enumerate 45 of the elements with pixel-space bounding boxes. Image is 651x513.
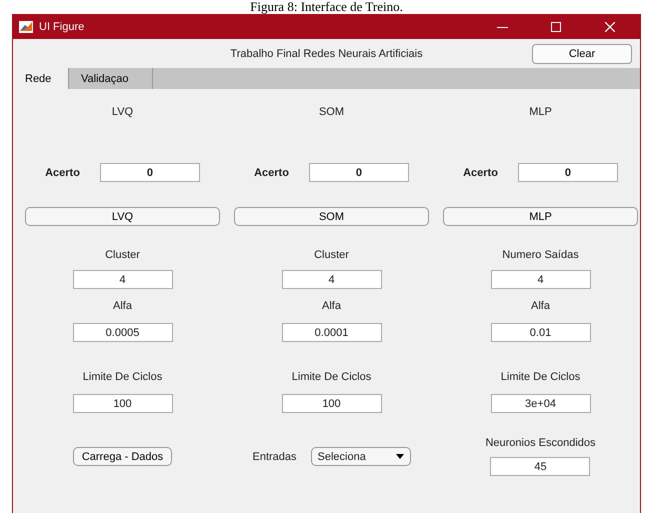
input-field[interactable]: 4 bbox=[72, 270, 172, 289]
minimize-icon bbox=[496, 26, 508, 28]
accuracy-field[interactable]: 0 bbox=[100, 163, 200, 182]
input-field[interactable]: 4 bbox=[282, 270, 382, 289]
train-button[interactable]: SOM bbox=[234, 207, 429, 226]
app-logo-icon bbox=[19, 21, 33, 33]
caret-icon bbox=[396, 454, 404, 459]
field-label: Alfa bbox=[113, 299, 132, 313]
train-button[interactable]: LVQ bbox=[25, 207, 220, 226]
column-title: LVQ bbox=[112, 105, 134, 119]
dropdown-label: Entradas bbox=[252, 450, 297, 462]
tab[interactable]: Rede bbox=[13, 68, 69, 89]
field-label: Alfa bbox=[322, 299, 341, 313]
train-button[interactable]: MLP bbox=[443, 207, 638, 226]
figure-caption: Figura 8: Interface de Treino. bbox=[249, 0, 404, 14]
accuracy-field[interactable]: 0 bbox=[308, 163, 409, 182]
input-field[interactable]: 100 bbox=[72, 394, 172, 413]
close-icon bbox=[605, 22, 615, 32]
field-label: Limite De Ciclos bbox=[292, 370, 372, 384]
input-field[interactable]: 0.01 bbox=[490, 323, 590, 342]
field-label: Alfa bbox=[531, 299, 550, 313]
field-label: Numero Saídas bbox=[502, 248, 579, 262]
input-field[interactable]: 0.0001 bbox=[282, 323, 382, 342]
field-label: Cluster bbox=[314, 248, 349, 262]
column-title: SOM bbox=[318, 105, 344, 119]
input-field[interactable]: 4 bbox=[490, 270, 590, 289]
dropdown[interactable]: Seleciona bbox=[310, 447, 411, 466]
accuracy-label: Acerto bbox=[463, 166, 498, 178]
input-field[interactable]: 0.0005 bbox=[72, 323, 172, 342]
load-data-button[interactable]: Carrega - Dados bbox=[72, 447, 172, 466]
accuracy-label: Acerto bbox=[254, 166, 289, 178]
input-field[interactable]: 45 bbox=[490, 457, 590, 476]
accuracy-label: Acerto bbox=[45, 166, 80, 178]
input-field[interactable]: 100 bbox=[282, 394, 382, 413]
field-label: Cluster bbox=[105, 248, 140, 262]
window-title: UI Figure bbox=[39, 21, 86, 33]
field-label: Limite De Ciclos bbox=[500, 370, 580, 384]
field-label: Limite De Ciclos bbox=[82, 370, 162, 384]
column-title: MLP bbox=[529, 105, 552, 119]
field-label: Neuronios Escondidos bbox=[485, 437, 596, 449]
app-heading: Trabalho Final Redes Neurais Artificiais bbox=[230, 48, 423, 60]
accuracy-field[interactable]: 0 bbox=[518, 163, 618, 182]
maximize-icon bbox=[551, 22, 561, 32]
clear-button[interactable]: Clear bbox=[532, 44, 632, 64]
input-field[interactable]: 3e+04 bbox=[490, 394, 590, 413]
